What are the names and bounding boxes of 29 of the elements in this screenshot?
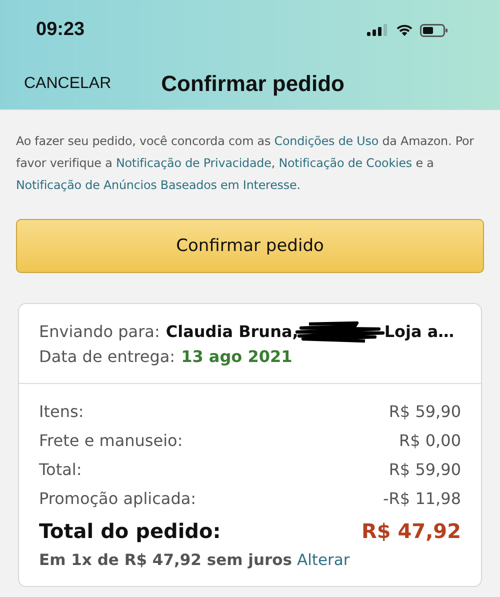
- confirm-order-button[interactable]: Confirmar pedido: [16, 219, 484, 273]
- notice-text: Ao fazer seu pedido, você concorda com as Condições de Uso da Amazon. Por favor verifique a Notificação de Privacidade, Notificação de Cookies e a Notificação de Anúncios Baseados em Interesse.: [16, 133, 475, 194]
- change-link[interactable]: Alterar: [297, 551, 350, 569]
- link[interactable]: Condições de Uso: [274, 134, 379, 148]
- installment-text: Em 1x de R$ 47,92 sem juros: [39, 551, 292, 569]
- order-total-label: Total do pedido:: [39, 518, 221, 545]
- page-title: Confirmar pedido: [161, 71, 344, 97]
- delivery-date: 13 ago 2021: [181, 346, 292, 368]
- summary-value: R$ 59,90: [388, 401, 461, 423]
- link[interactable]: Notificação de Cookies: [278, 156, 412, 170]
- summary-label: Total:: [39, 459, 82, 481]
- summary-label: Promoção aplicada:: [39, 488, 196, 510]
- shipping-label: Enviando para:: [39, 321, 160, 343]
- cancel-button[interactable]: CANCELAR: [24, 75, 112, 93]
- summary-label: Itens:: [39, 401, 84, 423]
- recipient-name: Claudia Bruna,: [166, 321, 298, 343]
- summary-value: R$ 59,90: [388, 459, 461, 481]
- recipient-address: Loja a…: [384, 321, 454, 343]
- delivery-label: Data de entrega:: [39, 346, 176, 368]
- order-total-value: R$ 47,92: [361, 518, 461, 545]
- summary-value: -R$ 11,98: [383, 488, 461, 510]
- battery-icon: [420, 24, 448, 36]
- link[interactable]: Notificação de Privacidade: [116, 156, 272, 170]
- wifi-icon: [396, 24, 413, 36]
- summary-label: Frete e manuseio:: [39, 430, 183, 452]
- signal-icon: [367, 24, 389, 36]
- link[interactable]: Notificação de Anúncios Baseados em Interesse: [16, 178, 297, 192]
- status-time: 09:23: [36, 19, 85, 41]
- summary-value: R$ 0,00: [398, 430, 461, 452]
